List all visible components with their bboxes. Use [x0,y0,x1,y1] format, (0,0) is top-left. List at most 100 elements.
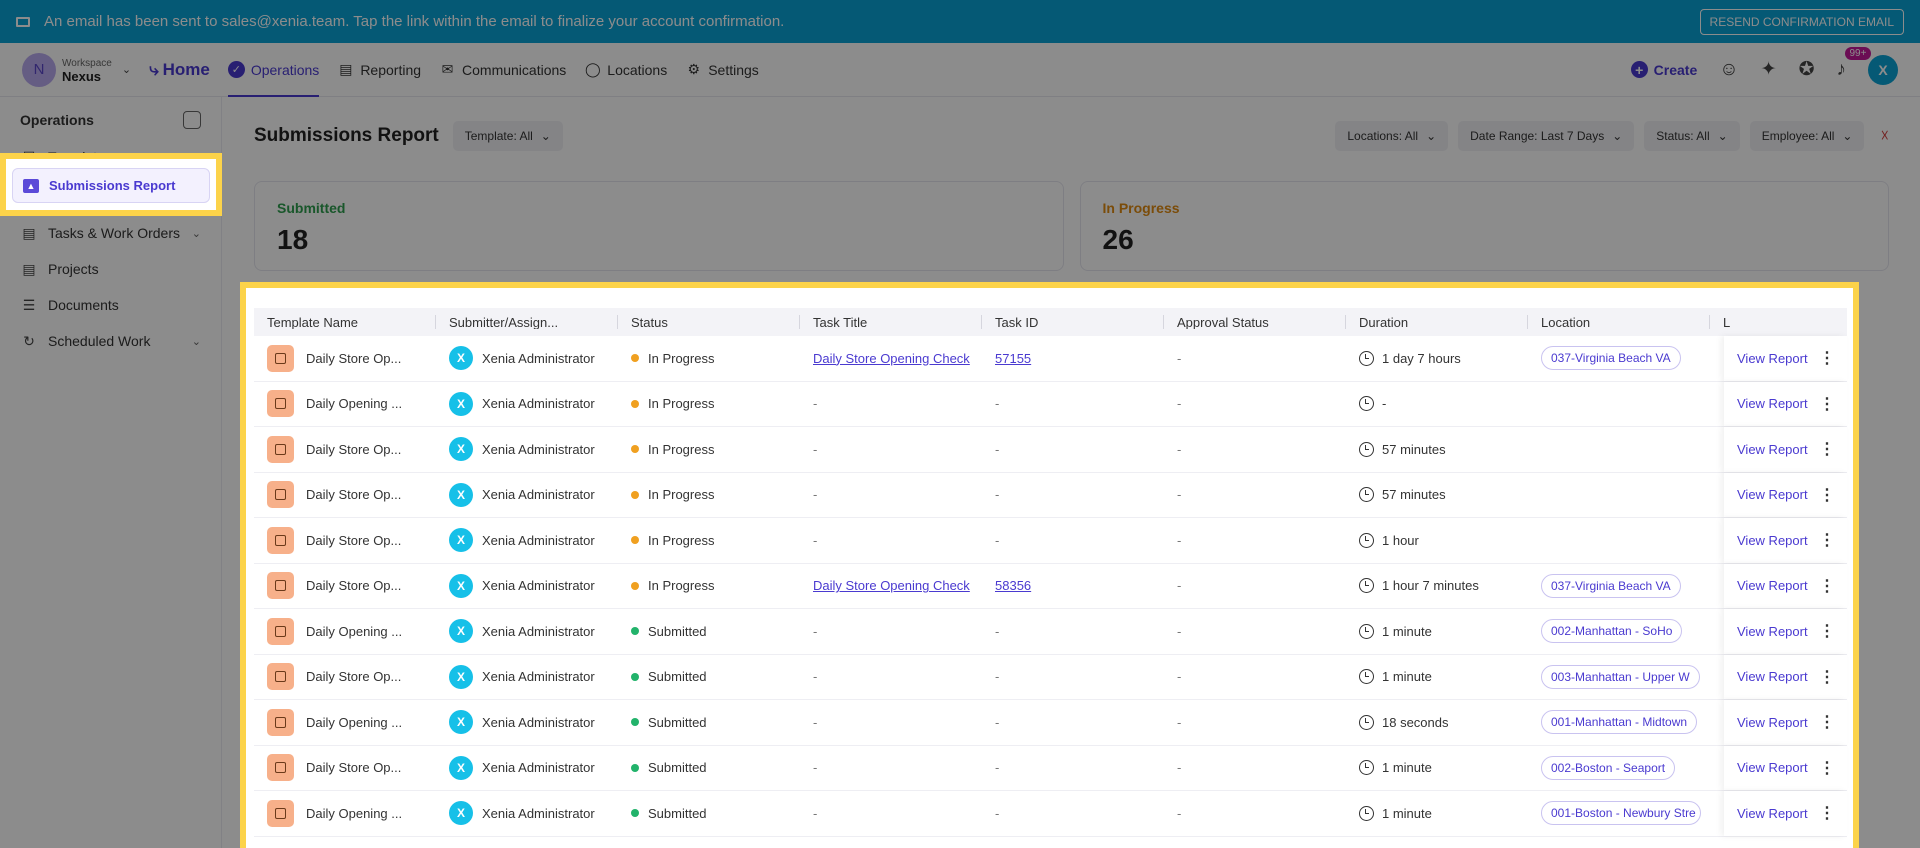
more-options-icon[interactable]: ⋮ [1819,439,1835,459]
location-chip[interactable]: 002-Manhattan - SoHo [1541,619,1683,644]
row-actions: View Report ⋮ [1724,654,1847,699]
task-id-link[interactable]: 57155 [995,351,1031,366]
column-header[interactable]: Task ID [982,315,1164,329]
approval-cell: - [1164,746,1346,791]
column-header[interactable]: L [1710,315,1827,329]
approval-status: - [1177,760,1182,776]
template-name: Daily Opening ... [306,623,403,639]
more-options-icon[interactable]: ⋮ [1819,348,1835,368]
approval-status: - [1177,623,1182,639]
task-title-cell: - [800,700,982,745]
column-header[interactable]: Status [618,315,800,329]
more-options-icon[interactable]: ⋮ [1819,758,1835,778]
task-id-cell: - [982,609,1164,654]
table-row[interactable]: Daily Opening ... X Xenia Administrator Sub… [254,700,1847,746]
more-options-icon[interactable]: ⋮ [1819,803,1835,823]
view-report-link[interactable]: View Report [1737,760,1808,775]
approval-cell: - [1164,427,1346,472]
view-report-link[interactable]: View Report [1737,396,1808,411]
more-options-icon[interactable]: ⋮ [1819,576,1835,596]
template-box-icon [267,572,294,600]
approval-status: - [1177,669,1182,685]
view-report-link[interactable]: View Report [1737,578,1808,593]
task-title-link[interactable]: Daily Store Opening Check [813,578,970,593]
submitter-avatar: X [449,437,473,462]
template-cell: Daily Store Op... [254,564,436,609]
task-id-link[interactable]: 58356 [995,578,1031,593]
location-cell: 037-Virginia Beach VA [1528,564,1710,609]
more-options-icon[interactable]: ⋮ [1819,485,1835,505]
table-row[interactable]: Daily Store Op... X Xenia Administrator In … [254,472,1847,518]
duration-cell: 1 day 7 hours [1346,336,1528,381]
template-name: Daily Store Op... [306,441,402,457]
location-cell [1528,382,1710,427]
task-id: - [995,532,1000,548]
sidebar-item-submissions-report[interactable]: ▲ Submissions Report [12,168,210,203]
template-cell: Daily Store Op... [254,518,436,563]
view-report-link[interactable]: View Report [1737,715,1808,730]
submitter-name: Xenia Administrator [482,532,595,548]
duration-cell: 1 hour [1346,518,1528,563]
more-options-icon[interactable]: ⋮ [1819,621,1835,641]
status-text: In Progress [648,441,715,457]
more-options-icon[interactable]: ⋮ [1819,530,1835,550]
column-header[interactable]: Submitter/Assign... [436,315,618,329]
row-actions: View Report ⋮ [1724,472,1847,517]
clock-icon [1359,669,1374,685]
template-cell: Daily Opening ... [254,609,436,654]
task-id: - [995,441,1000,457]
more-options-icon[interactable]: ⋮ [1819,394,1835,414]
task-id: - [995,487,1000,503]
submitter-avatar: X [449,801,473,826]
location-cell [1528,427,1710,472]
table-row[interactable]: Daily Store Op... X Xenia Administrator In … [254,518,1847,564]
table-row[interactable]: Daily Store Op... X Xenia Administrator In … [254,336,1847,382]
template-name: Daily Opening ... [306,396,403,412]
location-cell: 001-Manhattan - Midtown [1528,700,1710,745]
column-header[interactable]: Duration [1346,315,1528,329]
location-chip[interactable]: 001-Manhattan - Midtown [1541,710,1698,735]
table-row[interactable]: Daily Opening ... X Xenia Administrator In … [254,381,1847,427]
table-row[interactable]: Daily Store Op... X Xenia Administrator Sub… [254,745,1847,791]
approval-cell: - [1164,700,1346,745]
task-title-cell: - [800,609,982,654]
row-actions: View Report ⋮ [1724,791,1847,836]
clock-icon [1359,760,1374,776]
view-report-link[interactable]: View Report [1737,442,1808,457]
table-row[interactable]: Daily Store Op... X Xenia Administrator In … [254,427,1847,473]
location-cell: 003-Manhattan - Upper W [1528,655,1710,700]
column-header[interactable]: Location [1528,315,1710,329]
task-title-link[interactable]: Daily Store Opening Check [813,351,970,366]
location-chip[interactable]: 001-Boston - Newbury Stre [1541,801,1701,826]
column-header[interactable]: Approval Status [1164,315,1346,329]
status-dot [631,718,639,727]
table-row[interactable]: Daily Opening ... X Xenia Administrator Sub… [254,791,1847,837]
approval-status: - [1177,487,1182,503]
location-chip[interactable]: 002-Boston - Seaport [1541,755,1676,780]
clock-icon [1359,714,1374,730]
view-report-link[interactable]: View Report [1737,806,1808,821]
status-cell: Submitted [618,791,800,836]
more-options-icon[interactable]: ⋮ [1819,667,1835,687]
task-id-cell: - [982,655,1164,700]
table-row[interactable]: Daily Store Op... X Xenia Administrator Sub… [254,654,1847,700]
column-header[interactable]: Template Name [254,315,436,329]
status-text: In Progress [648,532,715,548]
view-report-link[interactable]: View Report [1737,624,1808,639]
view-report-link[interactable]: View Report [1737,533,1808,548]
view-report-link[interactable]: View Report [1737,669,1808,684]
view-report-link[interactable]: View Report [1737,487,1808,502]
submitter-avatar: X [449,528,473,553]
submitter-avatar: X [449,755,473,780]
table-row[interactable]: Daily Opening ... X Xenia Administrator Sub… [254,609,1847,655]
view-report-link[interactable]: View Report [1737,351,1808,366]
submitter-avatar: X [449,710,473,735]
table-row[interactable]: Daily Store Op... X Xenia Administrator In … [254,563,1847,609]
approval-cell: - [1164,655,1346,700]
more-options-icon[interactable]: ⋮ [1819,712,1835,732]
location-chip[interactable]: 003-Manhattan - Upper W [1541,664,1700,689]
submitter-avatar: X [449,346,473,371]
location-chip[interactable]: 037-Virginia Beach VA [1541,573,1681,598]
column-header[interactable]: Task Title [800,315,982,329]
location-chip[interactable]: 037-Virginia Beach VA [1541,346,1681,371]
